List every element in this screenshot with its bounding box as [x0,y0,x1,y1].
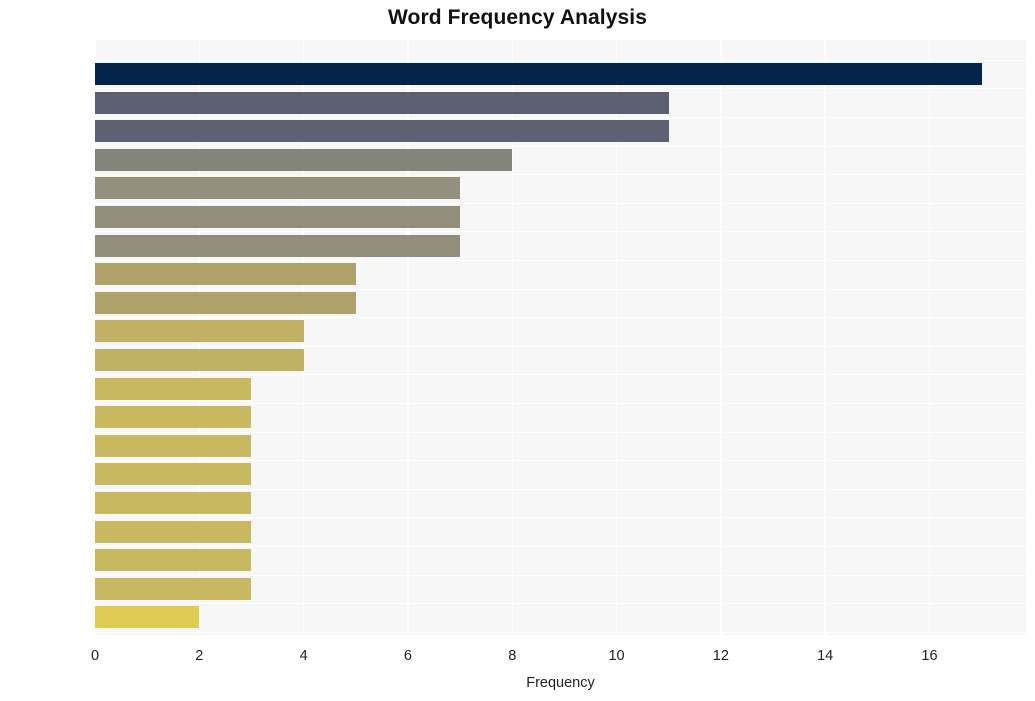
x-axis-tick-label: 0 [90,648,100,664]
gridline-horizontal [95,59,1026,61]
bar [95,606,200,629]
gridline-horizontal [95,345,1026,347]
gridline-horizontal [95,145,1026,147]
gridline-horizontal [95,116,1026,119]
gridline-horizontal [95,288,1026,290]
gridline-horizontal [95,431,1026,433]
gridline-horizontal [95,460,1026,462]
bar [95,63,982,85]
bar [95,549,252,572]
gridline-horizontal [95,488,1026,490]
bar [95,120,669,143]
chart-figure: Word Frequency Analysis 0246810121416cis… [0,0,1035,701]
gridline-horizontal [95,545,1026,548]
bar [95,406,252,429]
bar [95,91,669,114]
bar [95,577,252,600]
bar [95,177,461,200]
x-axis-tick-label: 10 [608,648,625,664]
x-axis-label: Frequency [526,675,595,691]
gridline-horizontal [95,631,1026,633]
x-axis-tick-label: 6 [403,648,412,664]
chart-title: Word Frequency Analysis [387,6,648,29]
gridline-horizontal [95,259,1026,262]
plot-area [95,40,1026,635]
gridline-horizontal [95,231,1026,233]
gridline-horizontal [95,574,1026,576]
x-axis-tick-label: 2 [195,648,204,664]
x-axis-tick-label: 8 [508,648,517,664]
gridline-horizontal [95,603,1026,605]
gridline-horizontal [95,402,1026,405]
bar [95,148,513,171]
gridline-horizontal [95,317,1026,319]
gridline-horizontal [95,202,1026,204]
bar [95,434,252,457]
bar [95,349,304,371]
gridline-horizontal [95,374,1026,376]
bar [95,234,461,257]
x-axis-tick-label: 14 [817,648,834,664]
bar [95,263,356,286]
bar [95,291,356,314]
gridline-horizontal [95,88,1026,90]
bar [95,377,252,400]
gridline-horizontal [95,174,1026,176]
bar [95,520,252,543]
bar [95,463,252,486]
bar [95,492,252,514]
gridline-horizontal [95,517,1026,519]
x-axis-tick-label: 12 [712,648,729,664]
bar [95,206,461,228]
x-axis-tick-label: 16 [921,648,938,664]
x-axis-tick-label: 4 [299,648,308,664]
bar [95,320,304,343]
